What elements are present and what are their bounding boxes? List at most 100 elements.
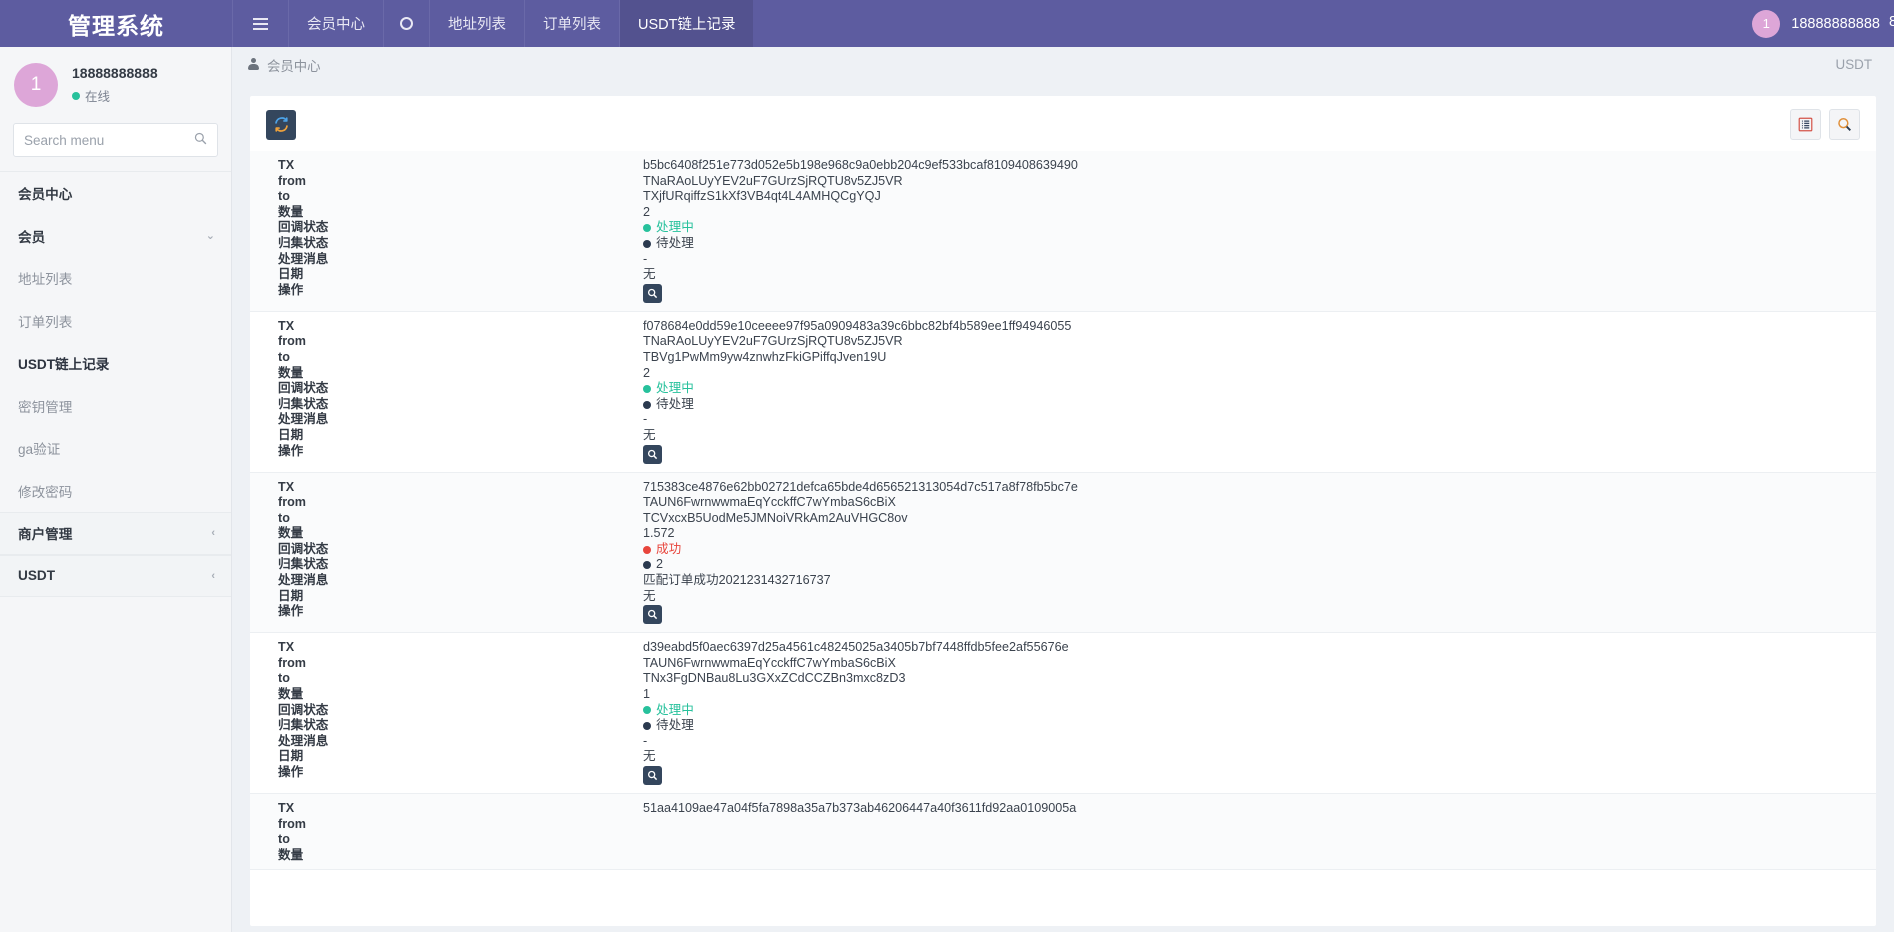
value-collect-status: 2: [643, 557, 1876, 573]
table-row[interactable]: TX from to 数量 回调状态 归集状态 处理消息 日期 操作 71538…: [250, 473, 1876, 634]
nav-item-label: USDT链上记录: [638, 13, 735, 34]
status-dot-icon: [643, 706, 651, 714]
value-callback-status: 处理中: [643, 381, 1876, 397]
row-label-column: TX from to 数量 回调状态 归集状态 处理消息 日期 操作: [250, 158, 643, 305]
sidebar-menu: 会员中心 会员 ⌄ 地址列表 订单列表 USDT链上记录 密钥管理 ga验证 修: [0, 171, 231, 597]
sidebar-item-order-list[interactable]: 订单列表: [0, 300, 231, 343]
table-row[interactable]: TX from to 数量 回调状态 归集状态 处理消息 日期 操作 d39ea…: [250, 633, 1876, 794]
table-row[interactable]: TX from to 数量 回调状态 归集状态 处理消息 日期 操作 f0786…: [250, 312, 1876, 473]
status-dot-icon: [643, 546, 651, 554]
hamburger-icon: [253, 18, 268, 30]
value-tx: f078684e0dd59e10ceeee97f95a0909483a39c6b…: [643, 319, 1876, 335]
sidebar-item-usdt[interactable]: USDT ‹: [0, 555, 231, 598]
sidebar-item-address-list[interactable]: 地址列表: [0, 257, 231, 300]
sidebar-item-member-center[interactable]: 会员中心: [0, 172, 231, 215]
status-dot-icon: [643, 385, 651, 393]
sidebar-item-merchant-management[interactable]: 商户管理 ‹: [0, 512, 231, 555]
nav-item-circle[interactable]: [383, 0, 429, 47]
status-dot-icon: [643, 561, 651, 569]
label-date: 日期: [278, 267, 643, 283]
status-badge: 待处理: [656, 718, 694, 734]
value-collect-status: 待处理: [643, 397, 1876, 413]
table-row[interactable]: TX from to 数量 回调状态 归集状态 处理消息 日期 操作 b5bc6…: [250, 151, 1876, 312]
row-detail-button[interactable]: [643, 284, 662, 303]
records-list: TX from to 数量 回调状态 归集状态 处理消息 日期 操作 b5bc6…: [250, 151, 1876, 870]
nav-item-member-center[interactable]: 会员中心: [288, 0, 383, 47]
nav-item-address-list[interactable]: 地址列表: [429, 0, 524, 47]
value-amount: [643, 848, 1876, 864]
row-detail-button[interactable]: [643, 766, 662, 785]
value-tx: d39eabd5f0aec6397d25a4561c48245025a3405b…: [643, 640, 1876, 656]
sidebar-user-panel: 1 18888888888 在线: [0, 47, 231, 123]
label-amount: 数量: [278, 848, 643, 864]
label-collect-status: 归集状态: [278, 718, 643, 734]
label-tx: TX: [278, 640, 643, 656]
sidebar-item-ga-verify[interactable]: ga验证: [0, 427, 231, 470]
search-icon: [647, 288, 658, 299]
search-input[interactable]: [13, 123, 218, 157]
sidebar-search-wrap: [0, 123, 231, 171]
label-amount: 数量: [278, 366, 643, 382]
value-from: TAUN6FwrnwwmaEqYcckffC7wYmbaS6cBiX: [643, 495, 1876, 511]
label-to: to: [278, 189, 643, 205]
sidebar-item-label: ga验证: [18, 438, 60, 458]
columns-button[interactable]: [1790, 109, 1821, 140]
label-collect-status: 归集状态: [278, 557, 643, 573]
row-label-column: TX from to 数量 回调状态 归集状态 处理消息 日期 操作: [250, 480, 643, 627]
sidebar-item-change-password[interactable]: 修改密码: [0, 470, 231, 513]
sidebar-item-key-management[interactable]: 密钥管理: [0, 385, 231, 428]
breadcrumb: 会员中心 USDT: [232, 47, 1894, 82]
value-from: TNaRAoLUyYEV2uF7GUrzSjRQTU8v5ZJ5VR: [643, 334, 1876, 350]
person-icon: [248, 58, 259, 71]
navbar-user-menu[interactable]: 1 18888888888: [1752, 0, 1894, 47]
value-action: [643, 766, 1876, 787]
label-amount: 数量: [278, 205, 643, 221]
chevron-down-icon: ⌄: [206, 229, 215, 242]
avatar: 1: [1752, 10, 1780, 38]
panel-toolbar-right: [1790, 109, 1860, 140]
row-value-column: d39eabd5f0aec6397d25a4561c48245025a3405b…: [643, 640, 1876, 787]
row-detail-button[interactable]: [643, 605, 662, 624]
nav-item-order-list[interactable]: 订单列表: [524, 0, 619, 47]
label-to: to: [278, 511, 643, 527]
label-action: 操作: [278, 604, 643, 620]
value-action: [643, 605, 1876, 626]
label-to: to: [278, 671, 643, 687]
refresh-button[interactable]: [266, 110, 296, 140]
value-date: 无: [643, 749, 1876, 765]
value-collect-status: 待处理: [643, 718, 1876, 734]
label-tx: TX: [278, 319, 643, 335]
value-to: TBVg1PwMm9yw4znwhzFkiGPiffqJven19U: [643, 350, 1876, 366]
value-amount: 1: [643, 687, 1876, 703]
sidebar-item-label: 地址列表: [18, 268, 72, 288]
nav-item-usdt-chain-records[interactable]: USDT链上记录: [619, 0, 753, 47]
table-row[interactable]: TX from to 数量 51aa4109ae47a04f5fa7898a35…: [250, 794, 1876, 870]
refresh-icon: [274, 117, 289, 132]
value-action: [643, 284, 1876, 305]
value-message: 匹配订单成功2021231432716737: [643, 573, 1876, 589]
sidebar-item-usdt-chain-records[interactable]: USDT链上记录: [0, 342, 231, 385]
value-tx: b5bc6408f251e773d052e5b198e968c9a0ebb204…: [643, 158, 1876, 174]
status-dot-icon: [643, 401, 651, 409]
navbar-edge-text: 8: [1889, 14, 1894, 30]
status-dot-icon: [72, 92, 80, 100]
sidebar-item-label: 商户管理: [18, 523, 72, 543]
value-from: TNaRAoLUyYEV2uF7GUrzSjRQTU8v5ZJ5VR: [643, 174, 1876, 190]
status-badge: 成功: [656, 542, 681, 558]
row-label-column: TX from to 数量 回调状态 归集状态 处理消息 日期 操作: [250, 640, 643, 787]
label-collect-status: 归集状态: [278, 397, 643, 413]
status-badge: 2: [656, 557, 663, 573]
value-to: TCVxcxB5UodMe5JMNoiVRkAm2AuVHGC8ov: [643, 511, 1876, 527]
row-value-column: 715383ce4876e62bb02721defca65bde4d656521…: [643, 480, 1876, 627]
search-icon: [647, 609, 658, 620]
sidebar-item-label: 密钥管理: [18, 396, 72, 416]
label-amount: 数量: [278, 687, 643, 703]
row-detail-button[interactable]: [643, 445, 662, 464]
label-to: to: [278, 832, 643, 848]
sidebar-item-label: USDT链上记录: [18, 353, 109, 373]
nav-hamburger-toggle[interactable]: [232, 0, 288, 47]
search-button[interactable]: [1829, 109, 1860, 140]
label-date: 日期: [278, 749, 643, 765]
value-message: -: [643, 252, 1876, 268]
sidebar-item-members[interactable]: 会员 ⌄: [0, 215, 231, 258]
